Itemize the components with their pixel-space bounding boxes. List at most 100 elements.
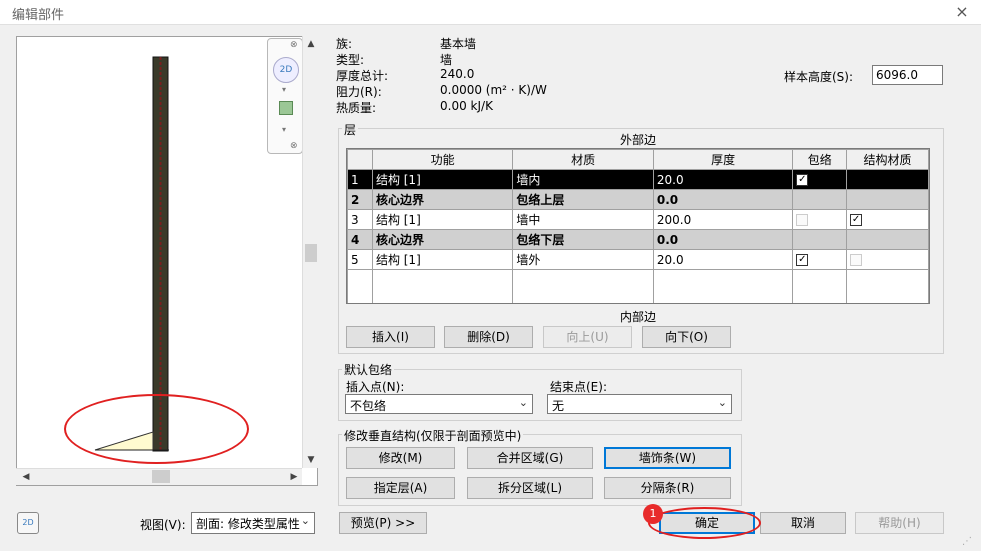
scroll-left-icon[interactable]: ◀ [18,469,34,485]
table-row[interactable]: 2 核心边界 包络上层 0.0 [347,189,929,210]
row-structural[interactable] [846,249,929,270]
steering-wheel-icon[interactable]: 2D [273,57,299,83]
step-badge: 1 [643,504,663,524]
view-label: 视图(V): [140,518,186,532]
col-structural-material[interactable]: 结构材质 [846,149,929,170]
structural-checkbox[interactable] [850,254,863,266]
navigation-bar[interactable]: ⊗ 2D ▾ ▾ ⊗ [267,38,303,154]
row-number[interactable]: 4 [347,229,373,250]
row-material[interactable]: 墙内 [512,169,654,190]
row-wraps [792,229,848,250]
table-row[interactable]: 5 结构 [1] 墙外 20.0 ✓ [347,249,929,270]
chevron-down-icon[interactable]: ▾ [282,85,286,94]
table-row[interactable]: 1 结构 [1] 墙内 20.0 ✓ [347,169,929,190]
chevron-down-icon: ⌄ [300,514,310,527]
row-wraps [792,189,848,210]
split-region-button[interactable]: 拆分区域(L) [467,477,593,499]
thermal-mass-label: 热质量: [336,101,377,115]
wraps-checkbox[interactable] [796,214,809,226]
scroll-down-icon[interactable]: ▼ [303,452,319,468]
sweeps-button[interactable]: 墙饰条(W) [604,447,731,469]
end-point-select[interactable]: 无 ⌄ [547,394,732,414]
insert-point-select[interactable]: 不包络 ⌄ [345,394,533,414]
nav-close-icon[interactable]: ⊗ [290,40,298,50]
move-up-button[interactable]: 向上(U) [543,326,632,348]
resistance-label: 阻力(R): [336,85,382,99]
row-number[interactable]: 2 [347,189,373,210]
insert-point-label: 插入点(N): [346,380,405,394]
family-value: 基本墙 [440,37,477,51]
row-thickness[interactable]: 0.0 [652,229,794,250]
view-select-value: 剖面: 修改类型属性 [196,517,300,531]
sample-height-label: 样本高度(S): [784,70,854,84]
help-button[interactable]: 帮助(H) [855,512,944,534]
table-header: 功能 材质 厚度 包络 结构材质 [347,149,929,170]
table-row[interactable]: 3 结构 [1] 墙中 200.0 ✓ [347,209,929,230]
sample-height-input[interactable]: 6096.0 [872,65,943,85]
scroll-right-icon[interactable]: ▶ [286,469,302,485]
chevron-down-icon: ⌄ [518,396,528,409]
row-structural [846,229,929,250]
title-bar: 编辑部件 × [0,0,981,24]
row-number[interactable]: 3 [347,209,373,230]
resize-grip-icon[interactable]: ⋰ [962,536,972,547]
row-material[interactable]: 包络下层 [512,229,654,250]
horizontal-scroll-thumb[interactable] [152,470,170,483]
end-point-value: 无 [552,399,565,413]
zoom-region-icon[interactable] [279,101,293,115]
structural-checkbox[interactable]: ✓ [850,214,863,226]
row-function[interactable]: 结构 [1] [371,209,514,230]
table-row[interactable]: 4 核心边界 包络下层 0.0 [347,229,929,250]
row-function[interactable]: 结构 [1] [371,169,514,190]
modify-button[interactable]: 修改(M) [346,447,455,469]
table-row-empty [347,269,929,303]
scroll-up-icon[interactable]: ▲ [303,36,319,52]
insert-button[interactable]: 插入(I) [346,326,435,348]
default-wrapping-title: 默认包络 [342,361,395,378]
row-function[interactable]: 核心边界 [371,189,514,210]
layers-table[interactable]: 功能 材质 厚度 包络 结构材质 1 结构 [1] 墙内 20.0 ✓ 2 核心… [346,148,930,304]
row-thickness[interactable]: 20.0 [652,249,794,270]
row-wraps[interactable]: ✓ [792,249,848,270]
exterior-side-label: 外部边 [620,133,657,147]
structural-checkbox[interactable] [850,174,863,186]
assign-layers-button[interactable]: 指定层(A) [346,477,455,499]
move-down-button[interactable]: 向下(O) [642,326,731,348]
cancel-button[interactable]: 取消 [760,512,846,534]
row-material[interactable]: 包络上层 [512,189,654,210]
reveals-button[interactable]: 分隔条(R) [604,477,731,499]
row-structural[interactable]: ✓ [846,209,929,230]
row-structural[interactable] [846,169,929,190]
close-icon[interactable]: × [950,2,974,22]
col-thickness[interactable]: 厚度 [652,149,794,170]
view-cube-icon[interactable]: 2D [17,512,39,534]
vertical-scroll-thumb[interactable] [305,244,317,262]
row-number[interactable]: 1 [347,169,373,190]
wraps-checkbox[interactable]: ✓ [796,174,809,186]
row-wraps[interactable] [792,209,848,230]
delete-button[interactable]: 删除(D) [444,326,533,348]
row-number[interactable]: 5 [347,249,373,270]
row-function[interactable]: 核心边界 [371,229,514,250]
view-select[interactable]: 剖面: 修改类型属性 ⌄ [191,512,315,534]
thermal-mass-value: 0.00 kJ/K [440,99,493,113]
row-wraps[interactable]: ✓ [792,169,848,190]
row-material[interactable]: 墙外 [512,249,654,270]
merge-regions-button[interactable]: 合并区域(G) [467,447,593,469]
type-value: 墙 [440,53,453,67]
row-thickness[interactable]: 20.0 [652,169,794,190]
chevron-down-icon-2[interactable]: ▾ [282,125,286,134]
col-wraps[interactable]: 包络 [792,149,848,170]
row-thickness[interactable]: 200.0 [652,209,794,230]
insert-point-value: 不包络 [350,399,387,413]
row-material[interactable]: 墙中 [512,209,654,230]
col-material[interactable]: 材质 [512,149,654,170]
wraps-checkbox[interactable]: ✓ [796,254,809,266]
window-title: 编辑部件 [12,8,65,23]
type-label: 类型: [336,53,365,67]
row-thickness[interactable]: 0.0 [652,189,794,210]
col-function[interactable]: 功能 [371,149,514,170]
nav-options-icon[interactable]: ⊗ [290,141,298,151]
preview-button[interactable]: 预览(P) >> [339,512,427,534]
row-function[interactable]: 结构 [1] [371,249,514,270]
